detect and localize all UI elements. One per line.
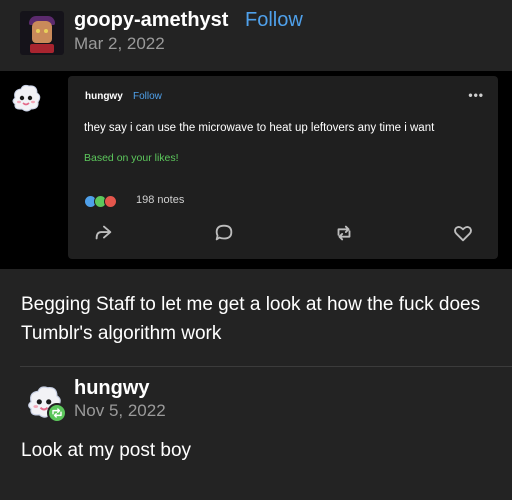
reblog-text: Look at my post boy [21,440,192,461]
embedded-follow-button[interactable]: Follow [133,91,162,102]
avatar-face [32,21,52,43]
avatar-body [30,44,54,53]
more-options-icon[interactable]: ••• [468,88,484,102]
post-date: Mar 2, 2022 [74,34,165,53]
notes-icons [84,193,132,209]
embedded-screenshot: hungwy Follow ••• they say i can use the… [0,71,512,269]
share-icon[interactable] [92,222,116,246]
avatar-eye [36,29,40,33]
ghost-avatar-icon [9,82,43,116]
divider [20,366,512,367]
avatar-eye [44,29,48,33]
reblog-icon[interactable] [333,222,357,246]
notes-count[interactable]: 198 notes [136,194,184,206]
username[interactable]: goopy-amethyst [74,9,228,32]
reblog-badge-icon [47,403,67,423]
embedded-post-text: they say i can use the microwave to heat… [84,122,435,134]
post-caption: Begging Staff to let me get a look at ho… [21,294,481,344]
avatar[interactable] [20,11,64,55]
reply-icon[interactable] [213,222,237,246]
like-icon[interactable] [452,222,476,246]
post-actions [68,222,498,248]
reblog-username[interactable]: hungwy [74,377,150,400]
embedded-username[interactable]: hungwy [85,91,123,102]
follow-button[interactable]: Follow [245,9,303,32]
post-header: goopy-amethyst Follow Mar 2, 2022 [0,0,512,70]
recommendation-label: Based on your likes! [84,152,179,164]
embedded-post-card: hungwy Follow ••• they say i can use the… [68,76,498,259]
like-note-icon [104,195,117,208]
reblog-date: Nov 5, 2022 [74,401,166,420]
